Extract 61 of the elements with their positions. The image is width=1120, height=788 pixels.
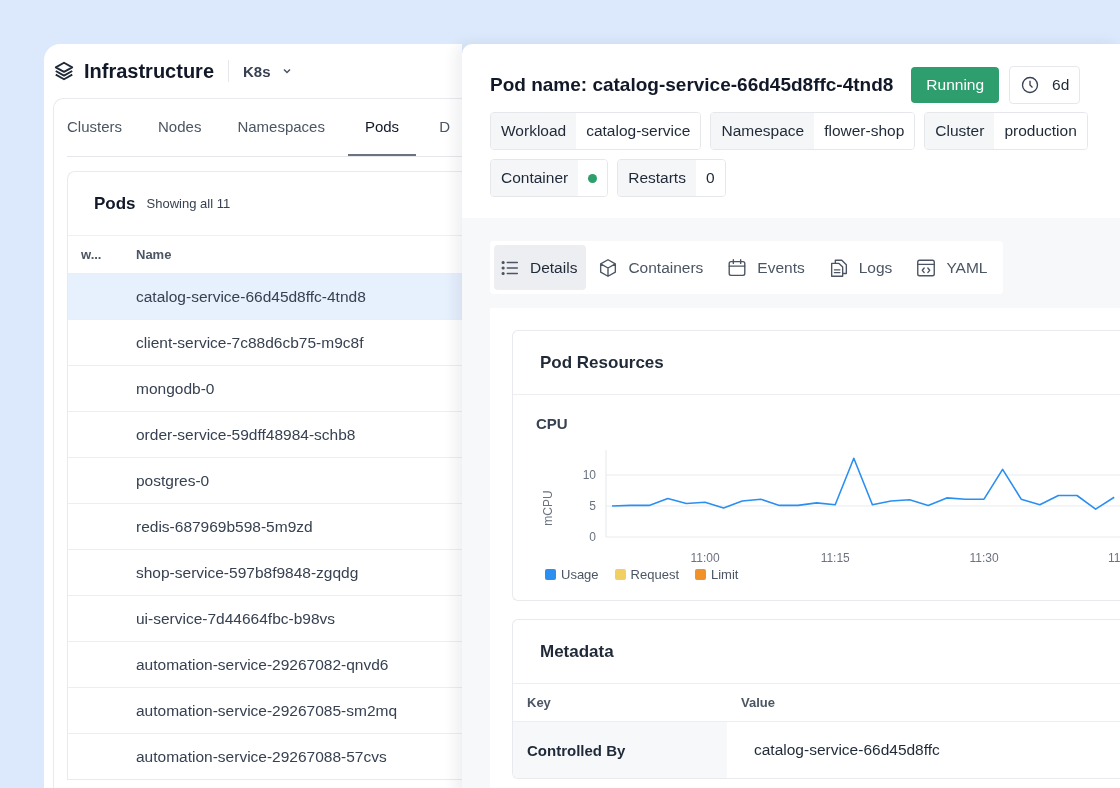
- legend-label: Usage: [561, 567, 599, 582]
- card-title: Metadata: [540, 641, 614, 662]
- key-cell: Controlled By: [513, 722, 727, 778]
- status-badge: Running: [911, 67, 1000, 103]
- list-icon: [501, 260, 519, 275]
- y-tick-label: 5: [589, 499, 596, 513]
- tab[interactable]: Clusters: [67, 99, 135, 156]
- detail-tab[interactable]: YAML: [910, 245, 1000, 290]
- pod-name: automation-service-29267082-qnvd6: [136, 655, 389, 674]
- pod-name: automation-service-29267085-sm2mq: [136, 701, 398, 720]
- pod-name: postgres-0: [136, 471, 210, 490]
- chart-title: CPU: [536, 415, 568, 432]
- chip-label: Cluster: [925, 113, 995, 149]
- pod-name: order-service-59dff48984-schb8: [136, 425, 356, 444]
- age-text: 6d: [1052, 76, 1070, 94]
- tab[interactable]: Pods: [347, 99, 417, 156]
- x-tick-label: 11: [1107, 551, 1120, 565]
- app-title: Infrastructure: [84, 59, 215, 83]
- tab[interactable]: D: [426, 99, 462, 156]
- card-title: Pod Resources: [540, 352, 664, 373]
- detail-tab[interactable]: Details: [494, 245, 587, 290]
- legend-label: Limit: [711, 567, 739, 582]
- pod-name: catalog-service-66d45d8ffc-4tnd8: [136, 287, 366, 306]
- value-cell-text: catalog-service-66d45d8ffc: [753, 740, 940, 760]
- pod-title: Pod name: catalog-service-66d45d8ffc-4tnd8: [490, 74, 894, 96]
- x-tick-label: 11:15: [820, 551, 850, 565]
- calendar-icon: [728, 258, 746, 276]
- table-title: Pods: [94, 193, 136, 214]
- detail-tab[interactable]: Events: [721, 245, 817, 290]
- chip-label: Namespace: [711, 113, 815, 149]
- y-axis-label: mCPU: [541, 490, 555, 526]
- pod-name: shop-service-597b8f9848-zgqdg: [136, 563, 359, 582]
- context-dropdown[interactable]: K8s: [243, 62, 293, 80]
- table-row[interactable]: catalog-service-66d45d8ffc-4tnd8: [68, 273, 462, 319]
- legend-label: Request: [630, 567, 679, 582]
- column-header: Name: [136, 247, 172, 262]
- tab[interactable]: Namespaces: [224, 99, 338, 156]
- code-file-icon: [917, 259, 936, 276]
- pod-name: ui-service-7d44664fbc-b98vs: [136, 609, 336, 628]
- chip-label: Container: [491, 160, 579, 196]
- documents-icon: [830, 259, 847, 277]
- column-header: w...: [80, 247, 103, 262]
- column-header: Value: [740, 695, 775, 710]
- chip-label: Restarts: [618, 160, 696, 196]
- pod-name: automation-service-29267088-57cvs: [136, 747, 387, 766]
- y-tick-label: 0: [589, 530, 596, 544]
- chip-label: Workload: [491, 113, 577, 149]
- pod-name: client-service-7c88d6cb75-m9c8f: [136, 333, 364, 352]
- pod-name: redis-687969b598-5m9zd: [136, 517, 313, 536]
- layers-icon: [53, 60, 75, 82]
- detail-tab[interactable]: Containers: [592, 245, 716, 290]
- clock-icon: [1020, 75, 1041, 95]
- y-tick-label: 10: [582, 468, 596, 482]
- detail-tab[interactable]: Logs: [822, 245, 905, 290]
- pod-name: mongodb-0: [136, 379, 215, 398]
- x-tick-label: 11:30: [969, 551, 999, 565]
- cube-icon: [600, 258, 617, 277]
- tab[interactable]: Nodes: [145, 99, 215, 156]
- row-count: Showing all 11: [146, 196, 231, 211]
- column-header: Key: [526, 695, 552, 710]
- x-tick-label: 11:00: [690, 551, 720, 565]
